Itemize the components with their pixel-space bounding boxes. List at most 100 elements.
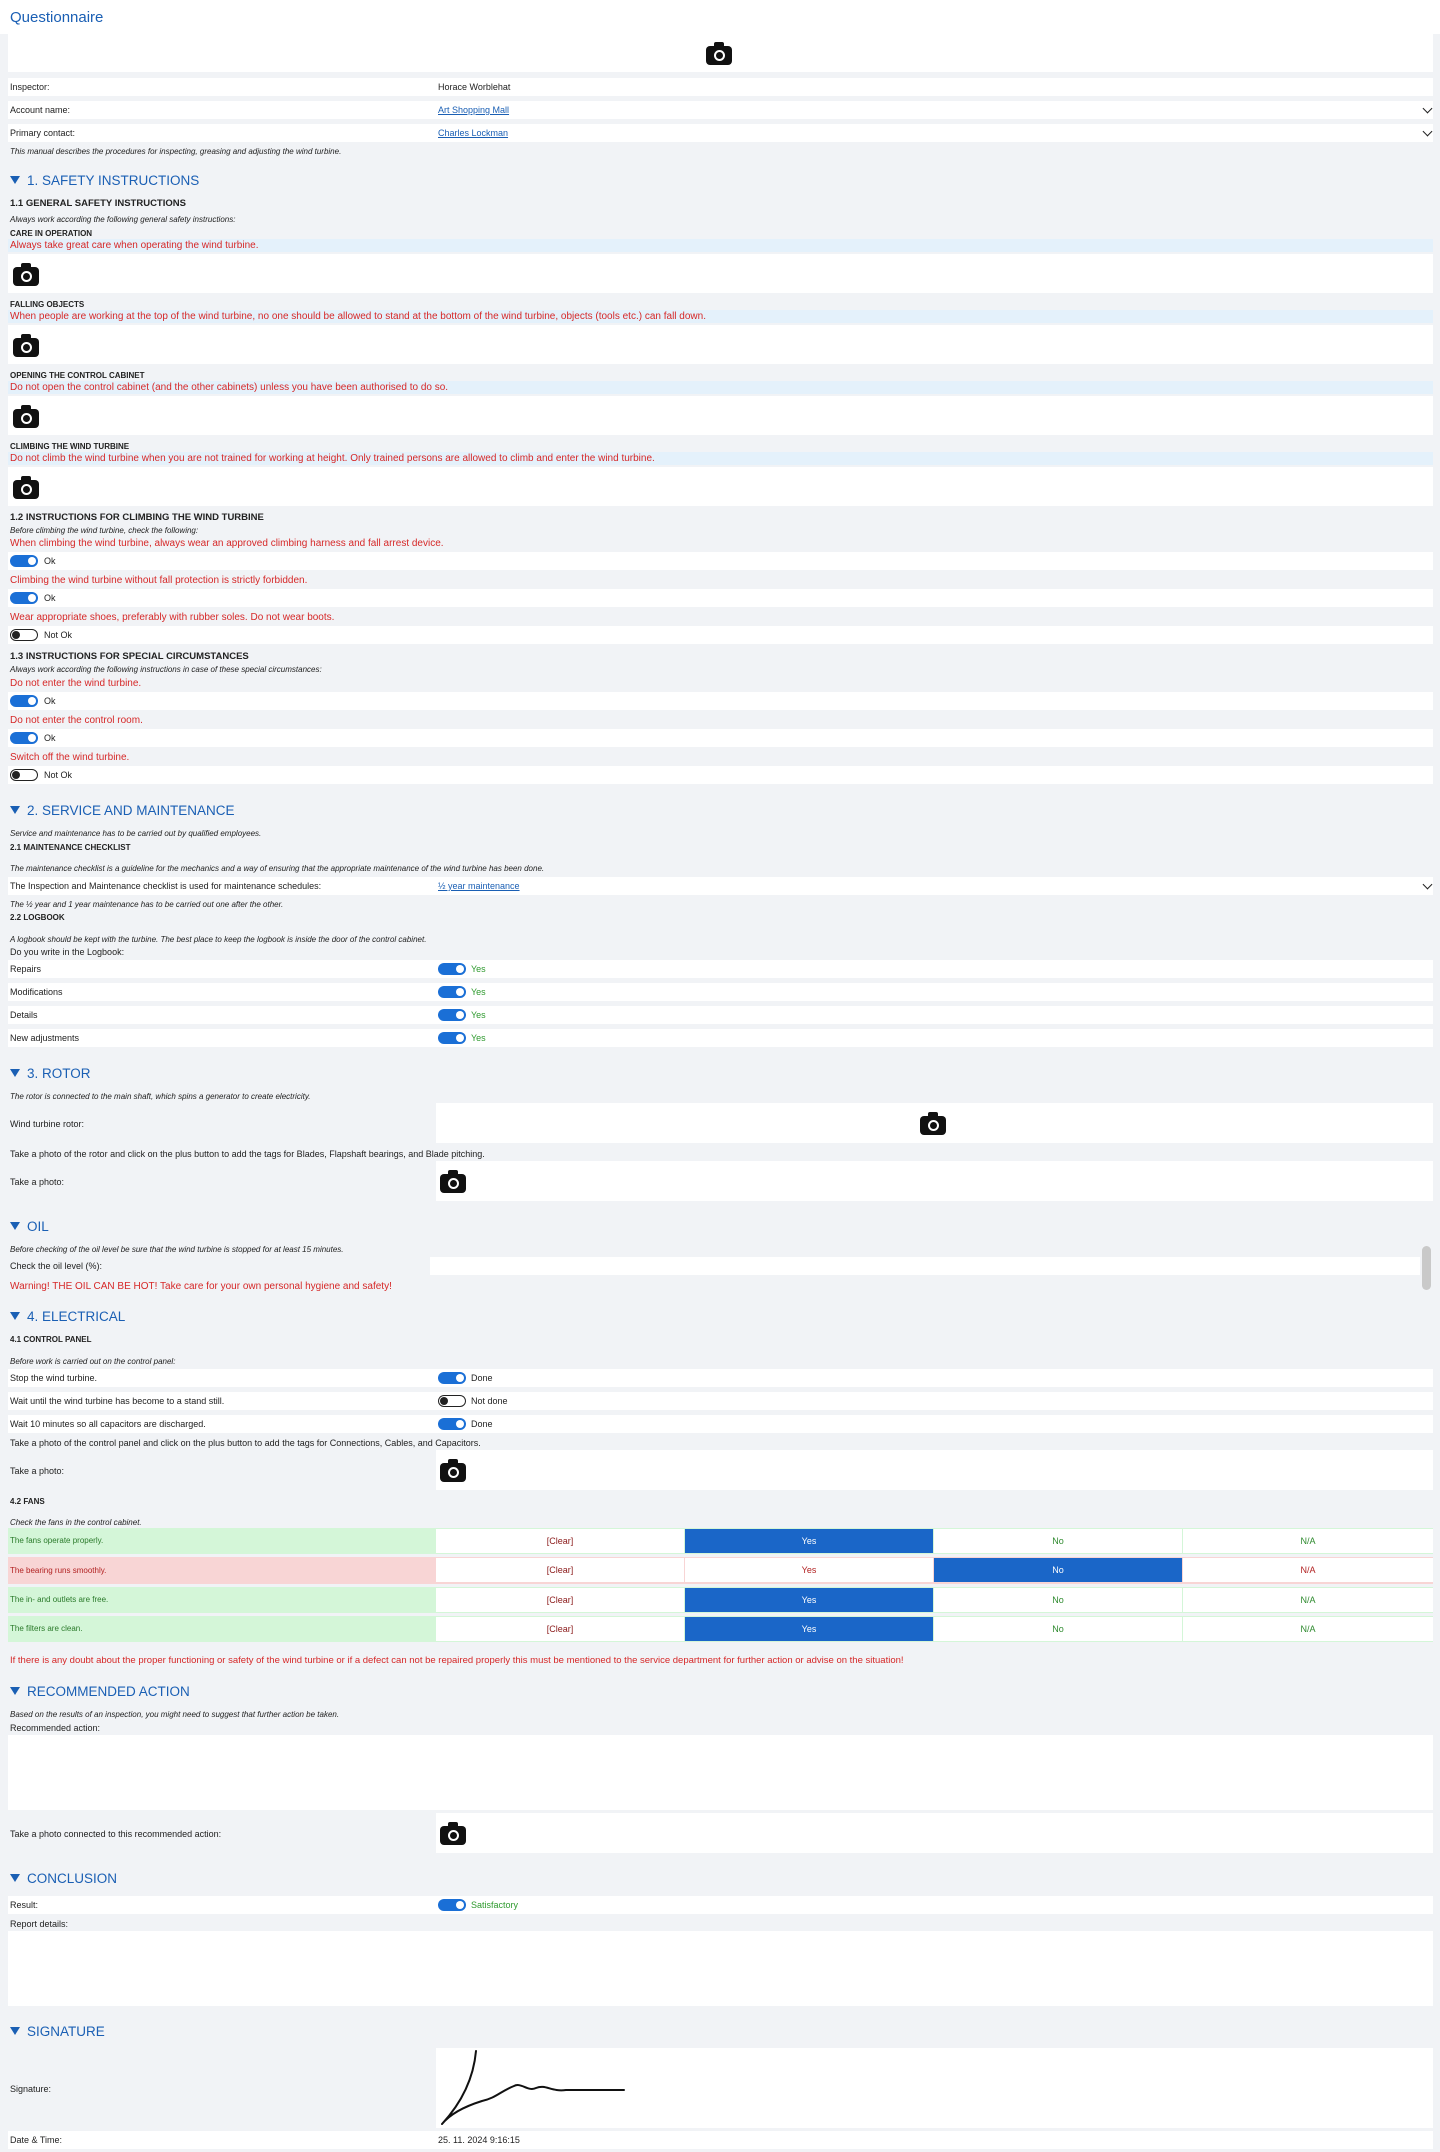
camera-icon[interactable] bbox=[920, 1112, 946, 1135]
subsection-title: 1.1 GENERAL SAFETY INSTRUCTIONS bbox=[10, 198, 186, 209]
photo-field[interactable] bbox=[436, 1450, 1433, 1490]
photo-field[interactable] bbox=[8, 396, 1433, 435]
toggle-switch[interactable] bbox=[438, 1009, 466, 1021]
toggle-switch[interactable] bbox=[10, 695, 38, 707]
option-no[interactable]: No bbox=[934, 1617, 1182, 1641]
option-yes[interactable]: Yes bbox=[685, 1588, 933, 1612]
collapse-triangle-icon[interactable] bbox=[10, 1222, 20, 1230]
toggle-switch[interactable] bbox=[438, 986, 466, 998]
account-link[interactable]: Art Shopping Mall bbox=[438, 105, 509, 115]
contact-row[interactable]: Primary contact: Charles Lockman bbox=[8, 124, 1433, 142]
schedule-row[interactable]: The Inspection and Maintenance checklist… bbox=[8, 877, 1433, 895]
signature-pad[interactable] bbox=[436, 2048, 1433, 2128]
camera-icon[interactable] bbox=[706, 42, 732, 65]
toggle-label: Yes bbox=[471, 1010, 486, 1020]
logbook-row[interactable]: New adjustments Yes bbox=[8, 1029, 1433, 1047]
control-check-row[interactable]: Wait 10 minutes so all capacitors are di… bbox=[8, 1415, 1433, 1433]
camera-icon[interactable] bbox=[440, 1170, 466, 1193]
recommended-textarea[interactable] bbox=[8, 1735, 1433, 1810]
toggle-switch[interactable] bbox=[10, 769, 38, 781]
photo-field[interactable] bbox=[8, 325, 1433, 364]
camera-icon[interactable] bbox=[440, 1822, 466, 1845]
option-no[interactable]: No bbox=[934, 1588, 1182, 1612]
chevron-down-icon[interactable] bbox=[1422, 103, 1433, 114]
account-row[interactable]: Account name: Art Shopping Mall bbox=[8, 101, 1433, 119]
control-check-row[interactable]: Stop the wind turbine. Done bbox=[8, 1369, 1433, 1387]
photo-field[interactable] bbox=[436, 1813, 1433, 1853]
photo-field[interactable] bbox=[436, 1161, 1433, 1201]
section-oil[interactable]: OIL bbox=[10, 1219, 49, 1234]
option-na[interactable]: N/A bbox=[1183, 1558, 1433, 1582]
subsection-note: Always work according the following gene… bbox=[10, 215, 236, 224]
header-photo-field[interactable] bbox=[8, 34, 1433, 72]
option-clear[interactable]: [Clear] bbox=[436, 1617, 684, 1641]
option-na[interactable]: N/A bbox=[1183, 1529, 1433, 1553]
section-electrical[interactable]: 4. ELECTRICAL bbox=[10, 1309, 125, 1324]
schedule-link[interactable]: ½ year maintenance bbox=[438, 881, 520, 891]
collapse-triangle-icon[interactable] bbox=[10, 1874, 20, 1882]
option-yes[interactable]: Yes bbox=[685, 1558, 933, 1582]
contact-link[interactable]: Charles Lockman bbox=[438, 128, 508, 138]
section-signature[interactable]: SIGNATURE bbox=[10, 2024, 105, 2039]
photo-field[interactable] bbox=[8, 254, 1433, 293]
toggle-row[interactable]: Ok bbox=[8, 729, 1433, 747]
camera-icon[interactable] bbox=[13, 263, 39, 286]
camera-icon[interactable] bbox=[13, 334, 39, 357]
oil-slider-handle[interactable] bbox=[1422, 1246, 1431, 1290]
camera-icon[interactable] bbox=[13, 405, 39, 428]
collapse-triangle-icon[interactable] bbox=[10, 1687, 20, 1695]
logbook-row[interactable]: Repairs Yes bbox=[8, 960, 1433, 978]
toggle-switch[interactable] bbox=[438, 1395, 466, 1407]
check-label: Wait 10 minutes so all capacitors are di… bbox=[10, 1419, 206, 1429]
option-clear[interactable]: [Clear] bbox=[436, 1588, 684, 1612]
option-na[interactable]: N/A bbox=[1183, 1617, 1433, 1641]
rotor-row: Wind turbine rotor: bbox=[8, 1103, 1433, 1143]
toggle-switch[interactable] bbox=[438, 1418, 466, 1430]
toggle-switch[interactable] bbox=[10, 555, 38, 567]
toggle-switch[interactable] bbox=[10, 732, 38, 744]
option-clear[interactable]: [Clear] bbox=[436, 1529, 684, 1553]
toggle-switch[interactable] bbox=[10, 592, 38, 604]
option-yes[interactable]: Yes bbox=[685, 1529, 933, 1553]
chevron-down-icon[interactable] bbox=[1422, 879, 1433, 890]
fan-row: The in- and outlets are free. [Clear] Ye… bbox=[8, 1587, 1433, 1613]
section-recommended[interactable]: RECOMMENDED ACTION bbox=[10, 1684, 190, 1699]
section-conclusion[interactable]: CONCLUSION bbox=[10, 1871, 117, 1886]
toggle-switch[interactable] bbox=[10, 629, 38, 641]
toggle-row[interactable]: Ok bbox=[8, 692, 1433, 710]
toggle-switch[interactable] bbox=[438, 1032, 466, 1044]
toggle-row[interactable]: Not Ok bbox=[8, 626, 1433, 644]
chevron-down-icon[interactable] bbox=[1422, 126, 1433, 137]
collapse-triangle-icon[interactable] bbox=[10, 2027, 20, 2035]
section-service[interactable]: 2. SERVICE AND MAINTENANCE bbox=[10, 803, 235, 818]
toggle-row[interactable]: Ok bbox=[8, 552, 1433, 570]
toggle-label: Not Ok bbox=[44, 630, 73, 640]
control-check-row[interactable]: Wait until the wind turbine has become t… bbox=[8, 1392, 1433, 1410]
logbook-row[interactable]: Modifications Yes bbox=[8, 983, 1433, 1001]
option-yes[interactable]: Yes bbox=[685, 1617, 933, 1641]
toggle-row[interactable]: Ok bbox=[8, 589, 1433, 607]
subsection-title: 1.2 INSTRUCTIONS FOR CLIMBING THE WIND T… bbox=[10, 512, 264, 523]
option-na[interactable]: N/A bbox=[1183, 1588, 1433, 1612]
report-details-textarea[interactable] bbox=[8, 1931, 1433, 2006]
logbook-row[interactable]: Details Yes bbox=[8, 1006, 1433, 1024]
rotor-photo-field[interactable] bbox=[436, 1103, 1433, 1143]
camera-icon[interactable] bbox=[440, 1459, 466, 1482]
result-row[interactable]: Result: Satisfactory bbox=[8, 1896, 1433, 1914]
toggle-switch[interactable] bbox=[438, 963, 466, 975]
camera-icon[interactable] bbox=[13, 476, 39, 499]
toggle-switch[interactable] bbox=[438, 1899, 466, 1911]
photo-field[interactable] bbox=[8, 467, 1433, 506]
option-clear[interactable]: [Clear] bbox=[436, 1558, 684, 1582]
collapse-triangle-icon[interactable] bbox=[10, 806, 20, 814]
section-safety[interactable]: 1. SAFETY INSTRUCTIONS bbox=[10, 173, 199, 188]
toggle-row[interactable]: Not Ok bbox=[8, 766, 1433, 784]
option-no[interactable]: No bbox=[934, 1558, 1182, 1582]
section-rotor[interactable]: 3. ROTOR bbox=[10, 1066, 91, 1081]
collapse-triangle-icon[interactable] bbox=[10, 1069, 20, 1077]
collapse-triangle-icon[interactable] bbox=[10, 1312, 20, 1320]
option-no[interactable]: No bbox=[934, 1529, 1182, 1553]
collapse-triangle-icon[interactable] bbox=[10, 176, 20, 184]
oil-level-input[interactable] bbox=[430, 1257, 1420, 1275]
toggle-switch[interactable] bbox=[438, 1372, 466, 1384]
